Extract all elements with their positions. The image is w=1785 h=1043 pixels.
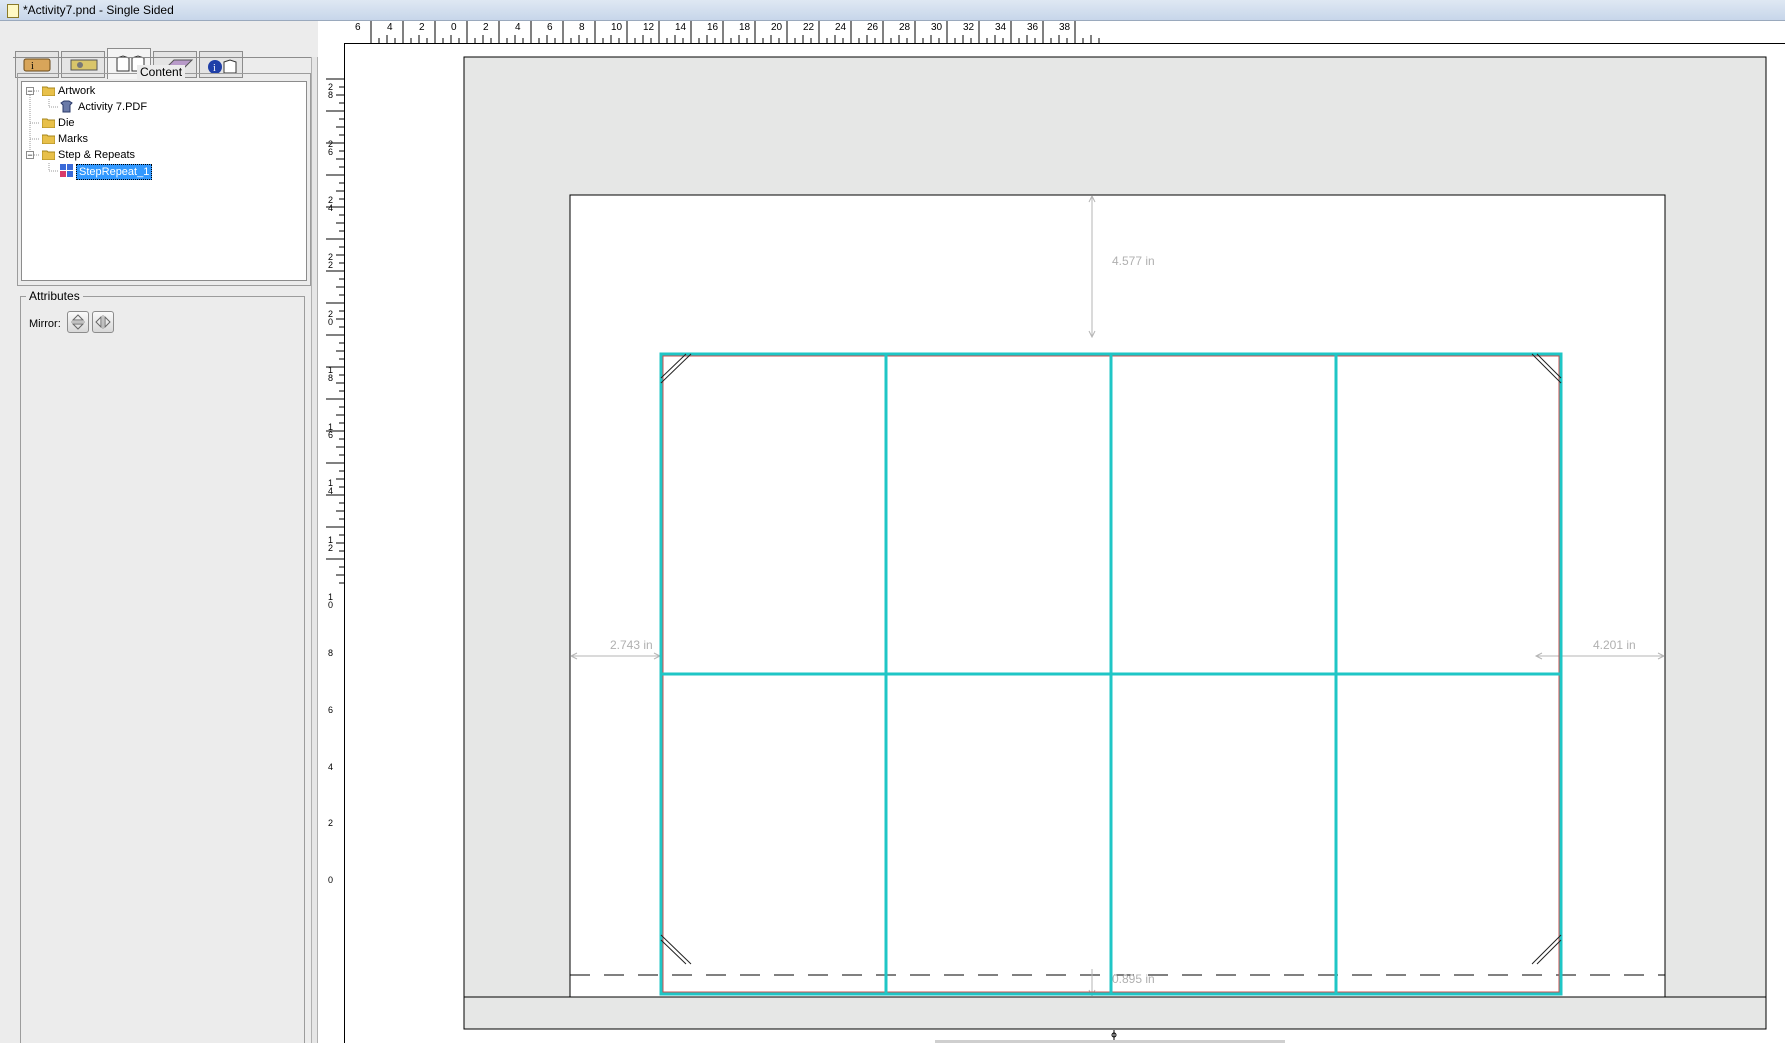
top-ruler-label: 32 (963, 22, 975, 33)
left-ruler-label: 10 (328, 591, 334, 610)
top-ruler-label: 20 (771, 22, 783, 33)
left-ruler-label: 28 (328, 82, 334, 100)
folder-icon (42, 134, 55, 144)
paper-sheet (569, 194, 1666, 998)
collapse-artwork-toggle[interactable]: − (26, 87, 34, 96)
left-ruler: 28 26 24 22 20 18 16 14 12 10 8 6 4 2 0 (326, 43, 345, 1043)
folder-icon (42, 86, 55, 96)
dimension-right-label: 4.201 in (1593, 638, 1636, 652)
attributes-group (20, 296, 305, 1043)
top-ruler: 6 4 2 0 2 4 6 8 10 12 14 16 18 20 22 24 26 28 30 32 34 36 38 (326, 21, 1785, 44)
top-ruler-label: 38 (1059, 22, 1071, 33)
step-repeat-icon (60, 164, 73, 177)
dimension-left-label: 2.743 in (610, 638, 653, 652)
left-ruler-label: 18 (328, 365, 334, 384)
tab-divider (13, 57, 315, 58)
left-ruler-label: 24 (328, 195, 334, 214)
mirror-vertical-button[interactable] (67, 311, 89, 333)
top-ruler-label: 22 (803, 22, 815, 33)
center-marker (1111, 1030, 1117, 1041)
top-ruler-label: 28 (899, 22, 911, 33)
top-ruler-label: 6 (547, 22, 553, 33)
top-ruler-label: 12 (643, 22, 655, 33)
layout-canvas[interactable]: 4.577 in 2.743 in 4.201 in 0.895 in (345, 44, 1785, 1043)
left-ruler-label: 2 (328, 818, 334, 829)
title-bar: *Activity7.pnd - Single Sided (0, 0, 1785, 21)
left-ruler-label: 22 (328, 251, 334, 270)
press-sheet-drawing (463, 56, 1767, 1043)
top-ruler-label: 0 (451, 22, 457, 33)
job-info-icon: i (23, 58, 51, 72)
left-ruler-label: 0 (328, 874, 334, 885)
press-info-icon (70, 59, 98, 71)
collapse-step-repeats-toggle[interactable]: − (26, 151, 34, 160)
top-ruler-label: 16 (707, 22, 719, 33)
top-ruler-label: 34 (995, 22, 1007, 33)
top-ruler-label: 36 (1027, 22, 1039, 33)
left-ruler-label: 16 (328, 421, 334, 440)
dimension-bottom-label: 0.895 in (1112, 972, 1155, 986)
top-ruler-label: 4 (387, 22, 393, 33)
top-ruler-label: 30 (931, 22, 943, 33)
panel-splitter[interactable] (311, 57, 318, 1043)
top-ruler-label: 2 (483, 22, 489, 33)
artwork-file-icon (60, 100, 73, 113)
top-ruler-label: 10 (611, 22, 623, 33)
folder-icon (42, 118, 55, 128)
top-ruler-label: 6 (355, 22, 361, 33)
top-ruler-label: 26 (867, 22, 879, 33)
left-ruler-label: 4 (328, 761, 334, 772)
dimension-top-label: 4.577 in (1112, 254, 1155, 268)
left-ruler-label: 8 (328, 648, 334, 659)
top-ruler-label: 24 (835, 22, 847, 33)
content-tree[interactable]: − − Artwork Activity 7.PDF Die Marks Ste… (21, 81, 307, 281)
window-title: *Activity7.pnd - Single Sided (23, 3, 174, 17)
left-ruler-label: 12 (328, 535, 334, 554)
left-ruler-label: 14 (328, 478, 334, 497)
mirror-horizontal-icon (95, 315, 111, 329)
document-icon (7, 4, 19, 18)
left-ruler-label: 20 (328, 308, 334, 327)
top-ruler-label: 18 (739, 22, 751, 33)
attributes-legend: Attributes (26, 289, 83, 303)
left-ruler-label: 26 (328, 138, 334, 157)
mirror-vertical-icon (71, 314, 85, 330)
mirror-horizontal-button[interactable] (92, 311, 114, 333)
mirror-label: Mirror: (29, 318, 61, 330)
top-ruler-label: 8 (579, 22, 585, 33)
top-ruler-label: 4 (515, 22, 521, 33)
top-ruler-ticks (370, 21, 1100, 43)
folder-icon (42, 150, 55, 160)
top-ruler-label: 2 (419, 22, 425, 33)
content-legend: Content (137, 65, 186, 79)
svg-text:i: i (31, 61, 34, 72)
left-ruler-label: 6 (328, 705, 334, 716)
top-ruler-label: 14 (675, 22, 687, 33)
